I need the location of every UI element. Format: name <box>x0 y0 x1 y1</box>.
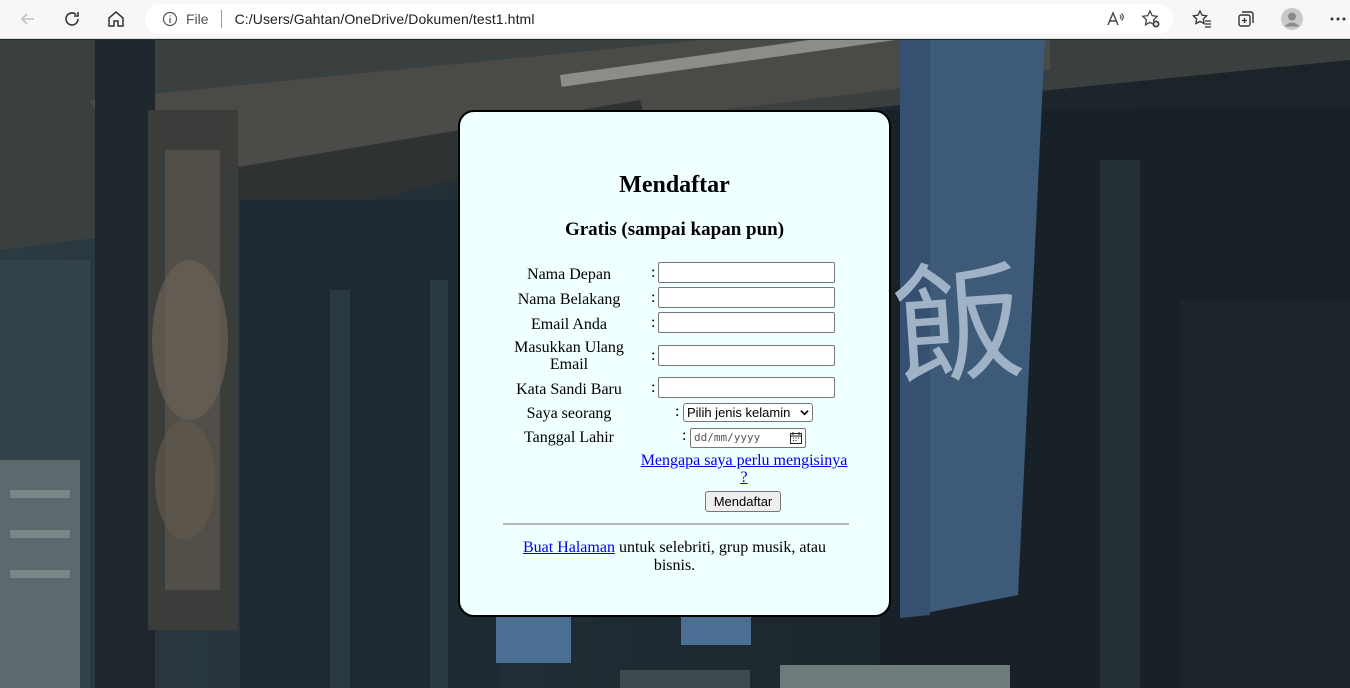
create-page-link[interactable]: Buat Halaman <box>523 539 615 556</box>
refresh-icon <box>65 12 79 26</box>
gender-colon: : <box>675 403 680 420</box>
gender-select[interactable]: Pilih jenis kelamin <box>683 403 813 422</box>
birth-date-colon: : <box>682 427 687 444</box>
email-input[interactable] <box>658 312 835 333</box>
first-name-label: Nama Depan <box>527 266 611 283</box>
banner-glyph: 飯 <box>889 245 1029 406</box>
home-icon <box>108 11 124 27</box>
password-label: Kata Sandi Baru <box>516 381 622 398</box>
form-subtitle: Gratis (sampai kapan pun) <box>564 219 785 240</box>
password-colon: : <box>651 379 656 396</box>
more-icon <box>1330 17 1346 21</box>
profile-button[interactable] <box>1277 4 1307 34</box>
signup-submit-button[interactable]: Mendaftar <box>705 491 781 512</box>
footer-text: Buat Halaman untuk selebriti, grup musik… <box>508 539 841 575</box>
profile-icon <box>1281 8 1303 30</box>
email-confirm-input[interactable] <box>658 345 835 366</box>
birth-date-label: Tanggal Lahir <box>524 429 614 446</box>
why-fill-link[interactable]: Mengapa saya perlu mengisinya ? <box>638 452 850 486</box>
gender-label: Saya seorang <box>526 405 612 422</box>
address-bar[interactable]: File C:/Users/Gahtan/OneDrive/Dokumen/te… <box>145 4 1173 34</box>
email-colon: : <box>651 314 656 331</box>
collections-button[interactable] <box>1231 4 1261 34</box>
last-name-colon: : <box>651 289 656 306</box>
email-confirm-colon: : <box>651 347 656 364</box>
calendar-icon[interactable] <box>790 432 802 444</box>
back-button[interactable] <box>13 4 43 34</box>
birth-date-input[interactable]: dd/mm/yyyy <box>690 428 806 448</box>
browser-toolbar: File C:/Users/Gahtan/OneDrive/Dokumen/te… <box>0 0 1350 39</box>
chevron-down-icon <box>800 410 809 416</box>
divider <box>503 523 849 525</box>
back-icon <box>20 13 34 25</box>
scheme-label: File <box>186 11 209 27</box>
refresh-button[interactable] <box>57 4 87 34</box>
info-icon[interactable] <box>162 11 178 27</box>
more-button[interactable] <box>1323 4 1350 34</box>
password-input[interactable] <box>658 377 835 398</box>
url-text[interactable]: C:/Users/Gahtan/OneDrive/Dokumen/test1.h… <box>235 11 535 27</box>
first-name-input[interactable] <box>658 262 835 283</box>
favorites-icon <box>1192 9 1211 28</box>
footer-description: untuk selebriti, grup musik, atau bisnis… <box>614 539 827 574</box>
collections-icon <box>1238 11 1254 27</box>
email-label: Email Anda <box>531 316 607 333</box>
first-name-colon: : <box>651 264 656 281</box>
home-button[interactable] <box>101 4 131 34</box>
address-separator <box>220 10 222 28</box>
last-name-label: Nama Belakang <box>517 291 621 308</box>
email-confirm-label: Masukkan Ulang Email <box>514 339 624 373</box>
signup-card: Mendaftar Gratis (sampai kapan pun) Nama… <box>458 110 891 617</box>
read-aloud-icon[interactable] <box>1105 9 1125 29</box>
last-name-input[interactable] <box>658 287 835 308</box>
favorites-button[interactable] <box>1187 4 1217 34</box>
form-title: Mendaftar <box>619 172 730 198</box>
birth-date-placeholder: dd/mm/yyyy <box>694 431 761 444</box>
gender-selected-value: Pilih jenis kelamin <box>687 405 791 420</box>
add-favorite-icon[interactable] <box>1141 9 1161 29</box>
